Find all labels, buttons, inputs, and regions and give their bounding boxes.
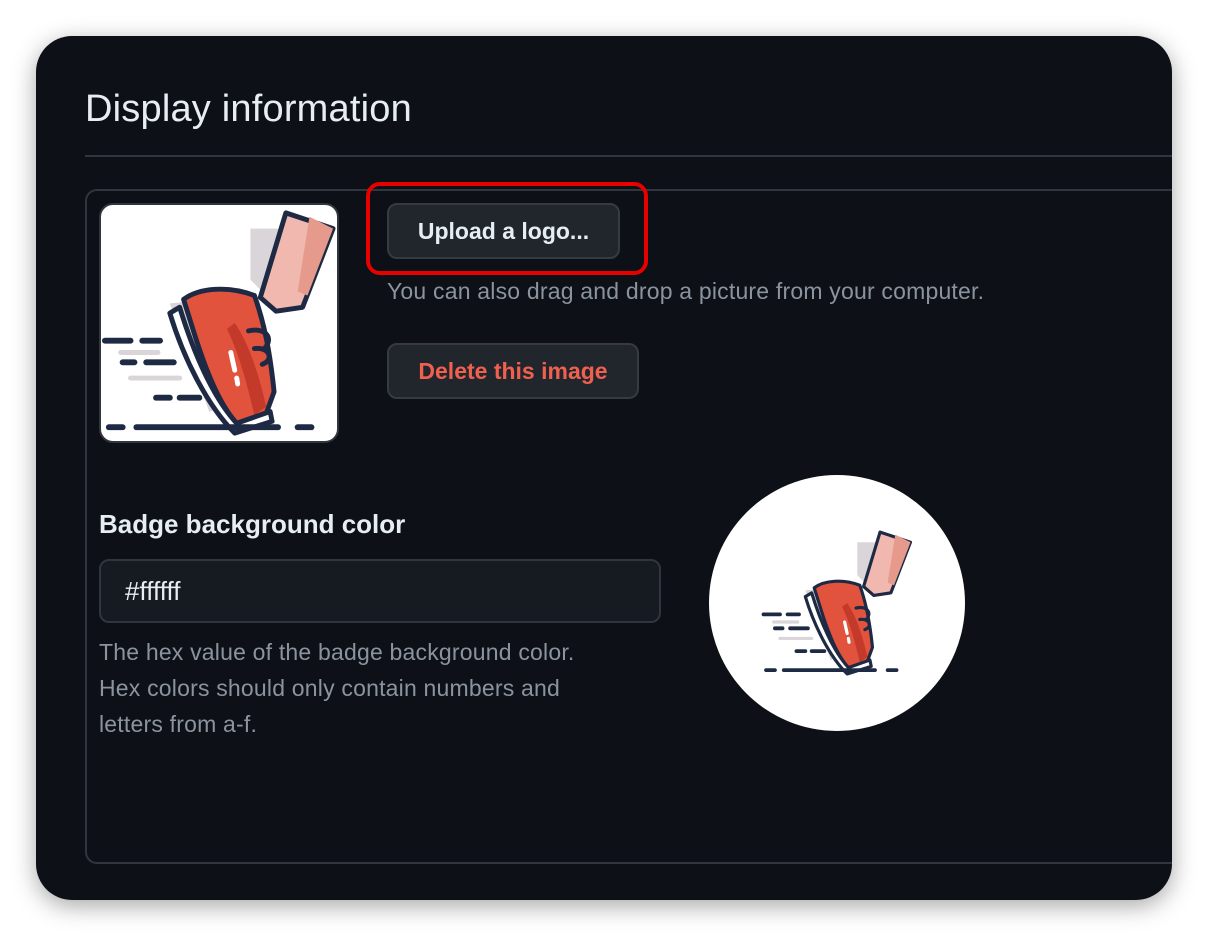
upload-logo-button[interactable]: Upload a logo... xyxy=(387,203,620,259)
delete-image-button[interactable]: Delete this image xyxy=(387,343,639,399)
badge-note-line-3: letters from a-f. xyxy=(99,711,258,737)
badge-note-line-1: The hex value of the badge background co… xyxy=(99,639,575,665)
logo-preview-image xyxy=(99,203,339,443)
running-shoe-icon xyxy=(101,210,336,436)
badge-color-input[interactable] xyxy=(99,559,661,623)
badge-color-label: Badge background color xyxy=(99,509,406,539)
badge-color-note: The hex value of the badge background co… xyxy=(99,634,659,742)
section-divider xyxy=(85,155,1172,157)
badge-note-line-2: Hex colors should only contain numbers a… xyxy=(99,675,560,701)
section-title: Display information xyxy=(85,88,412,130)
badge-preview xyxy=(709,475,965,731)
running-shoe-icon xyxy=(761,530,913,676)
upload-hint-text: You can also drag and drop a picture fro… xyxy=(387,278,985,304)
settings-content: Display information xyxy=(36,36,1172,900)
